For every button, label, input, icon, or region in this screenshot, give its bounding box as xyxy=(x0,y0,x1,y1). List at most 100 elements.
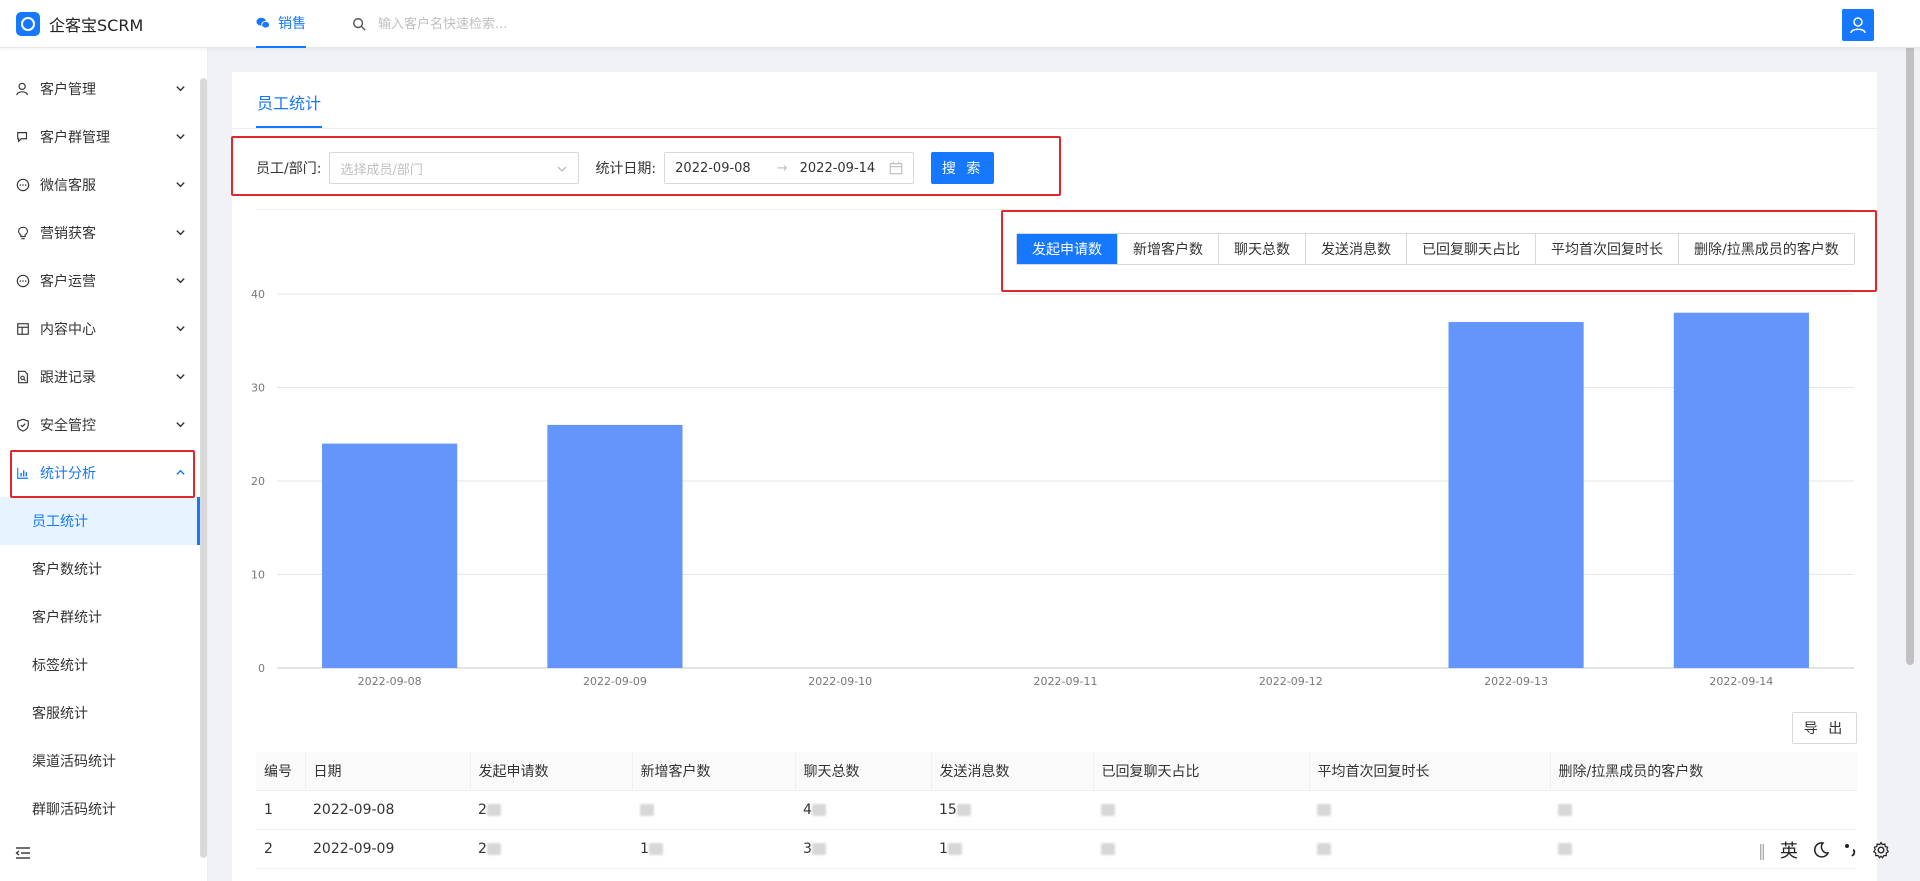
table-header: 发送消息数 xyxy=(930,752,1093,791)
menu-fold-icon xyxy=(15,847,30,859)
x-tick-label: 2022-09-11 xyxy=(1034,675,1098,688)
x-tick-label: 2022-09-13 xyxy=(1484,675,1548,688)
y-tick-label: 30 xyxy=(251,382,265,395)
chevron-down-icon xyxy=(176,422,185,428)
bar xyxy=(547,424,683,668)
sidebar-item-label: 跟进记录 xyxy=(40,370,96,386)
cell-date: 2022-09-09 xyxy=(305,829,470,869)
sidebar-item-label: 安全管控 xyxy=(40,418,96,434)
user-icon xyxy=(15,81,31,97)
table-header-row: 编号 日期 发起申请数 新增客户数 聊天总数 发送消息数 已回复聊天占比 平均首… xyxy=(256,752,1857,791)
chevron-down-icon xyxy=(176,182,185,188)
cell-reply-ratio xyxy=(1093,829,1309,869)
sidebar-item-label: 客户运营 xyxy=(40,274,96,290)
user-icon xyxy=(1850,17,1866,34)
applications-bar-chart: 0 10 20 30 40 2022-09-08 2022-09-09 2022-09-10 2… xyxy=(251,288,1854,688)
layout-icon xyxy=(15,321,31,337)
moon-icon[interactable] xyxy=(1812,841,1830,859)
sidebar-item-wechat-service[interactable]: 微信客服 xyxy=(0,161,200,209)
cell-avg-first-reply xyxy=(1309,829,1550,869)
redacted-value xyxy=(947,842,962,855)
sidebar-sub-group-stats[interactable]: 客户群统计 xyxy=(0,593,200,641)
bar xyxy=(322,443,458,668)
user-avatar[interactable] xyxy=(1842,9,1874,41)
menu-highlight-box xyxy=(10,450,195,498)
sidebar-item-content-center[interactable]: 内容中心 xyxy=(0,305,200,353)
sidebar-item-customer-management[interactable]: 客户管理 xyxy=(0,65,200,113)
x-tick-label: 2022-09-14 xyxy=(1709,675,1773,688)
search-icon xyxy=(353,18,366,31)
wechat-icon xyxy=(256,17,270,29)
sidebar-sub-tag-stats[interactable]: 标签统计 xyxy=(0,641,200,689)
chevron-down-icon xyxy=(176,326,185,332)
app-logo[interactable]: 企客宝SCRM xyxy=(16,12,143,36)
cell-new-customers: 1 xyxy=(632,829,795,869)
cell-applications: 2 xyxy=(470,790,632,830)
sidebar-sub-customer-stats[interactable]: 客户数统计 xyxy=(0,545,200,593)
redacted-value xyxy=(1558,803,1572,816)
gear-icon[interactable] xyxy=(1872,841,1890,859)
logo-icon xyxy=(16,12,40,36)
ime-language-toggle[interactable]: 英 xyxy=(1780,837,1798,863)
redacted-value xyxy=(486,842,501,855)
cell-messages-sent: 1 xyxy=(931,829,1093,869)
sidebar-item-label: 内容中心 xyxy=(40,322,96,338)
stats-table: 编号 日期 发起申请数 新增客户数 聊天总数 发送消息数 已回复聊天占比 平均首… xyxy=(256,752,1857,869)
table-header: 日期 xyxy=(304,752,470,791)
redacted-value xyxy=(956,803,971,816)
ime-toolbar: ‖ 英 xyxy=(1758,838,1904,862)
table-header: 已回复聊天占比 xyxy=(1092,752,1309,791)
bar xyxy=(1673,312,1809,668)
redacted-value xyxy=(640,803,654,816)
table-header: 发起申请数 xyxy=(469,752,632,791)
customer-search-input[interactable] xyxy=(378,16,658,32)
table-header: 删除/拉黑成员的客户数 xyxy=(1549,752,1857,791)
chevron-down-icon xyxy=(176,374,185,380)
sidebar-sub-channel-code-stats[interactable]: 渠道活码统计 xyxy=(0,737,200,785)
export-button[interactable]: 导 出 xyxy=(1792,712,1857,744)
message-icon xyxy=(15,177,31,193)
sidebar-sub-service-stats[interactable]: 客服统计 xyxy=(0,689,200,737)
sidebar-item-group-management[interactable]: 客户群管理 xyxy=(0,113,200,161)
y-tick-label: 10 xyxy=(251,569,265,582)
sidebar-item-marketing[interactable]: 营销获客 xyxy=(0,209,200,257)
sidebar-sub-group-code-stats[interactable]: 群聊活码统计 xyxy=(0,785,200,833)
table-row: 1 2022-09-08 2 4 15 xyxy=(256,790,1857,830)
sidebar-item-label: 微信客服 xyxy=(40,178,96,194)
sidebar-scrollbar[interactable] xyxy=(200,78,207,858)
cell-no: 1 xyxy=(256,790,305,830)
sidebar-item-follow-up[interactable]: 跟进记录 xyxy=(0,353,200,401)
table-header: 新增客户数 xyxy=(631,752,795,791)
redacted-value xyxy=(1101,803,1115,816)
x-tick-label: 2022-09-12 xyxy=(1259,675,1323,688)
page-scrollbar[interactable] xyxy=(1906,20,1914,665)
redacted-value xyxy=(1317,842,1331,855)
sidebar-item-label: 客户管理 xyxy=(40,82,96,98)
table-header: 聊天总数 xyxy=(794,752,931,791)
menu-collapse-button[interactable] xyxy=(15,846,31,864)
punctuation-icon[interactable] xyxy=(1844,841,1858,859)
cell-avg-first-reply xyxy=(1309,790,1550,830)
cell-value: 1 xyxy=(640,840,649,857)
redacted-value xyxy=(811,842,826,855)
cell-value: 1 xyxy=(939,840,948,857)
ime-separator: ‖ xyxy=(1758,840,1766,860)
cell-value: 4 xyxy=(803,801,812,818)
redacted-value xyxy=(1558,842,1572,855)
sidebar-item-operations[interactable]: 客户运营 xyxy=(0,257,200,305)
global-search xyxy=(352,12,672,36)
bar xyxy=(1448,322,1584,668)
shield-icon xyxy=(15,417,31,433)
y-tick-label: 0 xyxy=(258,662,265,675)
redacted-value xyxy=(811,803,826,816)
y-tick-label: 40 xyxy=(251,288,265,301)
top-bar: 企客宝SCRM 销售 xyxy=(0,0,1920,48)
sidebar-item-security[interactable]: 安全管控 xyxy=(0,401,200,449)
message-icon xyxy=(15,273,31,289)
cell-no: 2 xyxy=(256,829,305,869)
tab-sales[interactable]: 销售 xyxy=(256,0,306,48)
table-row: 2 2022-09-09 2 1 3 1 xyxy=(256,829,1857,869)
chat-icon xyxy=(15,129,31,145)
sidebar-sub-employee-stats[interactable]: 员工统计 xyxy=(0,497,200,545)
cell-deleted-blocked xyxy=(1550,790,1857,830)
